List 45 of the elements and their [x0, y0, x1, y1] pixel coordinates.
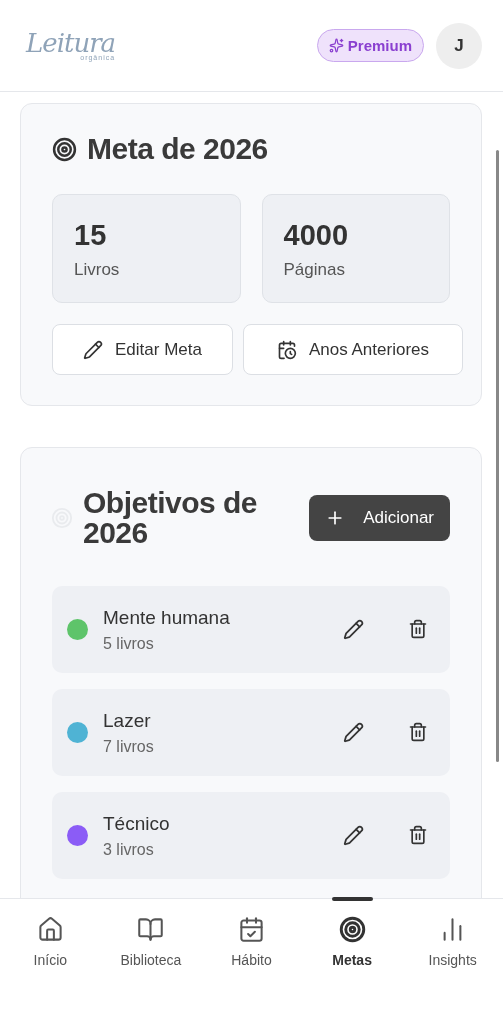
- objective-item[interactable]: Lazer 7 livros: [52, 689, 450, 776]
- stat-value: 15: [74, 219, 108, 252]
- objective-count: 7 livros: [103, 737, 155, 756]
- stat-value: 4000: [283, 219, 349, 252]
- sparkles-icon: [328, 38, 344, 53]
- objective-item[interactable]: Mente humana 5 livros: [52, 586, 450, 673]
- objective-count: 3 livros: [103, 840, 155, 859]
- objective-count: 5 livros: [103, 634, 155, 653]
- objective-name: Mente humana: [103, 606, 231, 629]
- edit-button[interactable]: [343, 824, 365, 847]
- add-button[interactable]: Adicionar: [309, 495, 450, 541]
- nav-tab[interactable]: Biblioteca: [100, 915, 202, 969]
- calendar-check-icon: [238, 916, 265, 943]
- card-title: Meta de 2026: [87, 134, 268, 164]
- stat-label: Livros: [74, 260, 121, 280]
- scrollbar[interactable]: [496, 150, 499, 762]
- pencil-icon: [343, 824, 364, 846]
- edit-button[interactable]: [343, 618, 365, 641]
- logo-title: Leitura: [26, 30, 116, 56]
- home-icon: [36, 916, 64, 943]
- target-icon: [52, 136, 77, 162]
- trash-icon: [408, 824, 428, 845]
- target-icon: [338, 916, 366, 943]
- edit-button[interactable]: Editar Meta: [52, 324, 233, 375]
- avatar[interactable]: J: [436, 22, 482, 69]
- premium-button[interactable]: Premium: [316, 29, 424, 62]
- card-title: Objetivos de 2026: [83, 488, 259, 548]
- nav-tab[interactable]: Início: [0, 915, 101, 969]
- book-icon: [137, 916, 165, 943]
- nav-tab[interactable]: Hábito: [201, 915, 302, 969]
- objective-name: Técnico: [103, 812, 171, 835]
- trash-icon: [408, 618, 428, 639]
- objective-item[interactable]: Técnico 3 livros: [52, 792, 450, 879]
- calendar-clock-icon: [277, 339, 297, 360]
- pencil-icon: [343, 721, 364, 743]
- stat-label: Páginas: [283, 260, 346, 280]
- nav-tab[interactable]: Insights: [402, 915, 503, 969]
- history-button[interactable]: Anos Anteriores: [243, 324, 463, 375]
- objective-name: Lazer: [103, 709, 152, 732]
- edit-button[interactable]: [343, 721, 365, 744]
- pencil-icon: [343, 618, 364, 640]
- active-indicator: [331, 897, 373, 901]
- trash-icon: [408, 721, 428, 742]
- nav-tab[interactable]: Metas: [301, 915, 403, 969]
- pencil-icon: [83, 339, 104, 360]
